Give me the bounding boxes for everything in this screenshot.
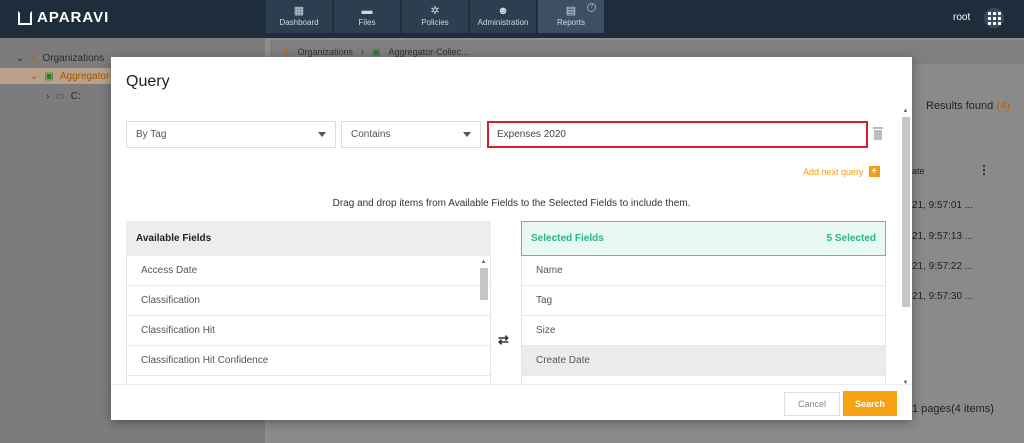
breadcrumb-separator: › — [361, 47, 365, 57]
available-fields-title: Available Fields — [136, 233, 212, 244]
scroll-up-icon[interactable]: ▲ — [479, 259, 488, 266]
caret-down-icon — [463, 132, 471, 137]
swap-arrows-icon: ⇄ — [498, 332, 509, 347]
chevron-down-icon: ⌄ — [16, 52, 25, 64]
list-item[interactable]: Tag — [522, 286, 885, 316]
column-header-date[interactable]: ate — [912, 166, 925, 176]
nav-label: Administration — [477, 18, 529, 27]
selected-fields-list: Name Tag Size Create Date — [521, 256, 886, 384]
nav-label: Reports — [556, 18, 585, 27]
plus-icon: + — [868, 166, 880, 177]
selected-count: 5 Selected — [826, 233, 876, 244]
trash-icon[interactable] — [873, 127, 883, 140]
scroll-down-icon[interactable]: ▼ — [901, 379, 910, 387]
aggregator-icon: ▣ — [44, 70, 54, 82]
footer-divider — [111, 384, 912, 385]
scroll-up-icon[interactable]: ▲ — [901, 107, 910, 115]
nav-label: Dashboard — [279, 18, 319, 27]
results-count: (4) — [996, 100, 1010, 112]
available-fields-scrollbar[interactable]: ▲ — [479, 259, 488, 384]
user-name[interactable]: root — [953, 12, 970, 23]
query-value-input[interactable] — [487, 121, 868, 148]
field-select-value: By Tag — [136, 129, 167, 140]
result-date-cell: 21, 9:57:01 ... — [912, 200, 974, 211]
org-icon: ⅄ — [284, 46, 290, 57]
selected-fields-title: Selected Fields — [531, 233, 604, 244]
nav-files[interactable]: ▬ Files — [334, 0, 400, 33]
org-icon: ⅄ — [30, 52, 37, 64]
result-date-cell: 21, 9:57:30 ... — [912, 291, 974, 302]
list-item[interactable]: Size — [522, 316, 885, 346]
nav-dashboard[interactable]: ▦ Dashboard — [266, 0, 332, 33]
list-item[interactable] — [127, 376, 490, 384]
dialog-scrollbar[interactable]: ▲ ▼ — [901, 107, 910, 387]
scroll-thumb[interactable] — [901, 117, 910, 307]
list-item[interactable]: Create Date — [522, 346, 885, 376]
aggregator-icon: ▣ — [372, 46, 381, 57]
tree-item-label: Organizations — [42, 52, 105, 64]
available-fields-header: Available Fields — [126, 221, 491, 256]
add-next-query-label: Add next query — [803, 166, 864, 177]
list-item[interactable]: Classification — [127, 286, 490, 316]
nav-administration[interactable]: ☻ Administration — [470, 0, 536, 33]
breadcrumb-item[interactable]: Aggregator-Collec... — [389, 47, 469, 57]
logo-text: APARAVI — [37, 9, 110, 26]
results-label: Results found — [926, 100, 994, 112]
caret-down-icon — [318, 132, 326, 137]
field-select[interactable]: By Tag — [126, 121, 336, 148]
gear-icon: ✲ — [430, 5, 440, 17]
dashboard-icon: ▦ — [293, 5, 305, 17]
pagination-info: 1 pages(4 items) — [912, 403, 994, 415]
folder-icon: ▬ — [361, 5, 373, 17]
breadcrumb-item[interactable]: Organizations — [298, 47, 354, 57]
selected-fields-header: Selected Fields 5 Selected — [521, 221, 886, 256]
list-item[interactable]: Access Date — [127, 256, 490, 286]
nav-label: Policies — [421, 18, 449, 27]
list-item[interactable]: Classification Hit Confidence — [127, 346, 490, 376]
search-button[interactable]: Search — [843, 391, 897, 416]
result-date-cell: 21, 9:57:22 ... — [912, 261, 974, 272]
main-nav: ▦ Dashboard ▬ Files ✲ Policies ☻ Adminis… — [266, 0, 606, 33]
kebab-menu-icon[interactable]: ⋮ — [978, 163, 990, 177]
query-dialog: Query By Tag Contains Add next query + D… — [111, 57, 912, 420]
nav-label: Files — [358, 18, 376, 27]
result-date-cell: 21, 9:57:13 ... — [912, 231, 974, 242]
tree-item-label: C: — [70, 90, 81, 102]
list-item[interactable]: Name — [522, 256, 885, 286]
chevron-down-icon: ⌄ — [30, 70, 39, 82]
list-item[interactable]: Classification Hit — [127, 316, 490, 346]
users-icon: ☻ — [497, 5, 509, 17]
results-found: Results found (4) — [926, 100, 1010, 112]
top-bar: APARAVI ▦ Dashboard ▬ Files ✲ Policies ☻… — [0, 0, 1024, 38]
apps-grid-icon[interactable] — [984, 8, 1004, 28]
nav-policies[interactable]: ✲ Policies — [402, 0, 468, 33]
help-icon[interactable]: ? — [587, 3, 596, 12]
logo-icon — [18, 10, 32, 25]
operator-select-value: Contains — [351, 129, 391, 140]
list-item[interactable] — [522, 376, 885, 384]
dialog-title: Query — [126, 73, 170, 90]
instructions-text: Drag and drop items from Available Field… — [332, 198, 691, 209]
available-fields-list: Access Date Classification Classificatio… — [126, 256, 491, 384]
aparavi-logo[interactable]: APARAVI — [18, 9, 109, 26]
chevron-right-icon: › — [46, 90, 50, 102]
folder-icon: ▭ — [55, 90, 65, 102]
operator-select[interactable]: Contains — [341, 121, 481, 148]
cancel-button[interactable]: Cancel — [784, 392, 840, 416]
scroll-thumb[interactable] — [479, 268, 488, 300]
add-next-query-button[interactable]: Add next query + — [803, 166, 880, 177]
